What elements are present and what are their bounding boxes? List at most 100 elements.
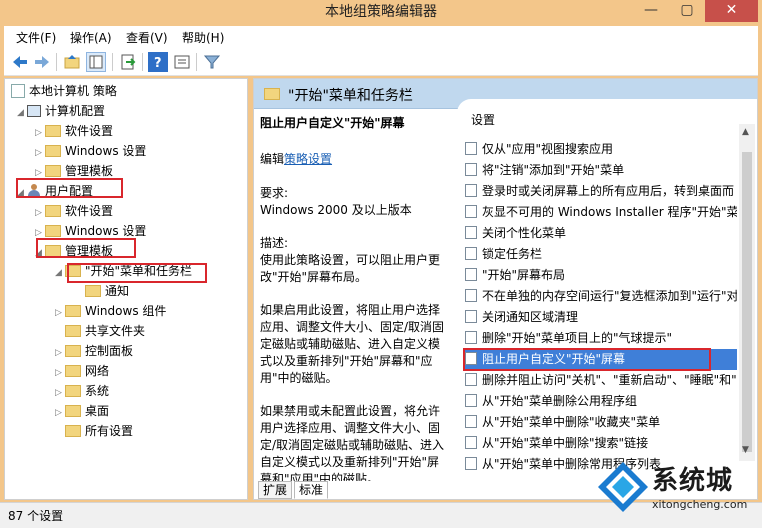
tree-label: 系统 bbox=[85, 384, 110, 398]
menu-file[interactable]: 文件(F) bbox=[16, 29, 56, 46]
settings-column-header[interactable]: 设置 bbox=[471, 111, 495, 128]
tree-item-uc-software[interactable]: ▷ 软件设置 bbox=[35, 201, 113, 221]
scroll-thumb[interactable] bbox=[742, 152, 752, 452]
setting-row[interactable]: 从"开始"菜单中删除"收藏夹"菜单 bbox=[465, 412, 737, 433]
vertical-scrollbar[interactable]: ▲ ▼ bbox=[739, 124, 755, 461]
tree-label: 软件设置 bbox=[65, 124, 114, 138]
tree-item-notify[interactable]: 通知 bbox=[85, 281, 129, 301]
menu-view[interactable]: 查看(V) bbox=[126, 29, 168, 46]
setting-label: 不在单独的内存空间运行"复选框添加到"运行"对 bbox=[482, 289, 737, 303]
close-button[interactable]: ✕ bbox=[705, 0, 758, 22]
policy-setting-icon bbox=[465, 226, 477, 239]
toolbar-separator bbox=[196, 53, 197, 71]
tree-label: 软件设置 bbox=[65, 204, 114, 218]
collapsed-arrow-icon[interactable]: ▷ bbox=[55, 403, 65, 423]
policy-setting-icon bbox=[465, 331, 477, 344]
tree-label: 控制面板 bbox=[85, 344, 134, 358]
setting-row[interactable]: 从"开始"菜单删除公用程序组 bbox=[465, 391, 737, 412]
tree-item-win-components[interactable]: ▷ Windows 组件 bbox=[55, 301, 166, 321]
minimize-button[interactable]: — bbox=[633, 0, 669, 22]
tree-label: 所有设置 bbox=[85, 424, 134, 438]
collapsed-arrow-icon[interactable]: ▷ bbox=[35, 123, 45, 143]
requirements-label: 要求: bbox=[260, 186, 289, 200]
collapsed-arrow-icon[interactable]: ▷ bbox=[35, 143, 45, 163]
tree-item-cc-software[interactable]: ▷ 软件设置 bbox=[35, 121, 113, 141]
scroll-up-icon[interactable]: ▲ bbox=[742, 127, 749, 137]
setting-row[interactable]: 锁定任务栏 bbox=[465, 244, 737, 265]
expanded-arrow-icon[interactable]: ◢ bbox=[55, 263, 65, 283]
setting-row[interactable]: 将"注销"添加到"开始"菜单 bbox=[465, 160, 737, 181]
expanded-arrow-icon[interactable]: ◢ bbox=[17, 103, 27, 123]
up-folder-icon[interactable] bbox=[62, 52, 82, 72]
description-title: 阻止用户自定义"开始"屏幕 bbox=[260, 116, 405, 130]
properties-icon[interactable] bbox=[172, 52, 192, 72]
edit-prefix: 编辑 bbox=[260, 152, 285, 166]
tree-item-network[interactable]: ▷ 网络 bbox=[55, 361, 109, 381]
setting-row[interactable]: 删除"开始"菜单项目上的"气球提示" bbox=[465, 328, 737, 349]
collapsed-arrow-icon[interactable]: ▷ bbox=[55, 303, 65, 323]
setting-row[interactable]: 关闭通知区域清理 bbox=[465, 307, 737, 328]
setting-label: 从"开始"菜单中删除"收藏夹"菜单 bbox=[482, 415, 661, 429]
export-icon[interactable] bbox=[118, 52, 138, 72]
pane-title: "开始"菜单和任务栏 bbox=[288, 88, 413, 104]
navigation-tree: 本地计算机 策略 ◢ 计算机配置 ▷ 软件设置 ▷ Windows 设置 ▷ 管理模板 … bbox=[4, 78, 248, 500]
edit-policy-link[interactable]: 策略设置 bbox=[284, 152, 332, 166]
back-icon[interactable] bbox=[10, 52, 30, 72]
tree-label: 桌面 bbox=[85, 404, 110, 418]
menu-action[interactable]: 操作(A) bbox=[70, 29, 112, 46]
tab-extended[interactable]: 扩展 bbox=[258, 481, 293, 499]
tree-item-shared-folders[interactable]: 共享文件夹 bbox=[65, 321, 145, 341]
policy-setting-icon bbox=[465, 268, 477, 281]
collapsed-arrow-icon[interactable]: ▷ bbox=[55, 383, 65, 403]
setting-label: 登录时或关闭屏幕上的所有应用后，转到桌面而 bbox=[482, 184, 735, 198]
tree-item-control-panel[interactable]: ▷ 控制面板 bbox=[55, 341, 133, 361]
tree-item-root[interactable]: 本地计算机 策略 bbox=[11, 81, 117, 101]
computer-icon bbox=[27, 105, 41, 117]
collapsed-arrow-icon[interactable]: ▷ bbox=[55, 363, 65, 383]
settings-folder-icon bbox=[65, 425, 81, 437]
collapsed-arrow-icon[interactable]: ▷ bbox=[55, 343, 65, 363]
setting-row[interactable]: 不在单独的内存空间运行"复选框添加到"运行"对 bbox=[465, 286, 737, 307]
setting-row[interactable]: 灰显不可用的 Windows Installer 程序"开始"菜 bbox=[465, 202, 737, 223]
description-label: 描述: bbox=[260, 236, 289, 250]
setting-row[interactable]: "开始"屏幕布局 bbox=[465, 265, 737, 286]
tree-label: 管理模板 bbox=[65, 164, 114, 178]
highlight-box bbox=[463, 348, 711, 371]
setting-row[interactable]: 登录时或关闭屏幕上的所有应用后，转到桌面而 bbox=[465, 181, 737, 202]
menu-help[interactable]: 帮助(H) bbox=[182, 29, 224, 46]
setting-label: 将"注销"添加到"开始"菜单 bbox=[482, 163, 625, 177]
folder-icon bbox=[65, 385, 81, 397]
tree-item-all-settings[interactable]: 所有设置 bbox=[65, 421, 133, 441]
setting-row[interactable]: 关闭个性化菜单 bbox=[465, 223, 737, 244]
tree-item-desktop[interactable]: ▷ 桌面 bbox=[55, 401, 109, 421]
help-icon[interactable]: ? bbox=[148, 52, 168, 72]
toolbar-separator bbox=[112, 53, 113, 71]
folder-icon bbox=[65, 365, 81, 377]
description-text: 使用此策略设置，可以阻止用户更改"开始"屏幕布局。 bbox=[260, 253, 441, 284]
filter-icon[interactable] bbox=[202, 52, 222, 72]
folder-icon bbox=[65, 305, 81, 317]
tab-standard[interactable]: 标准 bbox=[294, 481, 329, 499]
setting-row[interactable]: 从"开始"菜单中删除"搜索"链接 bbox=[465, 433, 737, 454]
settings-list: 设置 仅从"应用"视图搜索应用将"注销"添加到"开始"菜单登录时或关闭屏幕上的所… bbox=[457, 99, 757, 481]
folder-icon bbox=[65, 325, 81, 337]
tree-item-system[interactable]: ▷ 系统 bbox=[55, 381, 109, 401]
maximize-button[interactable]: ▢ bbox=[669, 0, 705, 22]
policy-setting-icon bbox=[465, 163, 477, 176]
setting-row[interactable]: 删除并阻止访问"关机"、"重新启动"、"睡眠"和" bbox=[465, 370, 737, 391]
setting-label: 从"开始"菜单中删除"搜索"链接 bbox=[482, 436, 649, 450]
folder-icon bbox=[45, 165, 61, 177]
scroll-down-icon[interactable]: ▼ bbox=[742, 445, 749, 455]
policy-setting-icon bbox=[465, 415, 477, 428]
forward-icon[interactable] bbox=[32, 52, 52, 72]
description-panel: 阻止用户自定义"开始"屏幕 编辑策略设置 要求: Windows 2000 及以… bbox=[258, 109, 454, 481]
show-tree-icon[interactable] bbox=[86, 52, 106, 72]
setting-label: 锁定任务栏 bbox=[482, 247, 543, 261]
setting-row[interactable]: 仅从"应用"视图搜索应用 bbox=[465, 139, 737, 160]
tree-item-cc-windows[interactable]: ▷ Windows 设置 bbox=[35, 141, 146, 161]
tree-item-computer-config[interactable]: ◢ 计算机配置 bbox=[17, 101, 105, 121]
enabled-text: 如果启用此设置，将阻止用户选择应用、调整文件大小、固定/取消固定磁贴或辅助磁贴、… bbox=[260, 303, 445, 385]
collapsed-arrow-icon[interactable]: ▷ bbox=[35, 203, 45, 223]
svg-text:?: ? bbox=[154, 56, 162, 71]
folder-icon bbox=[45, 205, 61, 217]
